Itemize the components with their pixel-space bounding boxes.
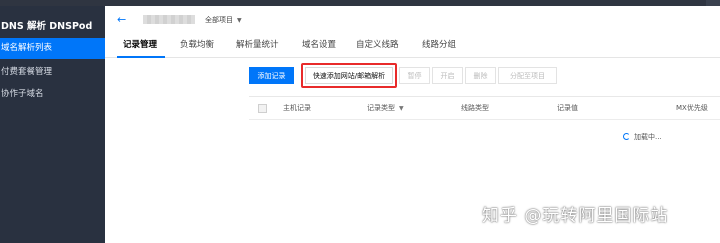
app-brand: DNS 解析 DNSPod — [1, 21, 93, 32]
tab-bar: 记录管理 负载均衡 解析量统计 域名设置 自定义线路 线路分组 — [105, 36, 720, 58]
column-line-type: 线路类型 — [461, 104, 489, 112]
add-record-button[interactable]: 添加记录 — [249, 67, 294, 84]
table-header: 主机记录 记录类型 ▼ 线路类型 记录值 MX优先级 — [249, 97, 720, 120]
spinner-icon — [623, 133, 630, 140]
tab-custom-lines[interactable]: 自定义线路 — [356, 38, 399, 50]
select-all-checkbox[interactable] — [258, 104, 267, 113]
filter-icon[interactable]: ▼ — [399, 105, 404, 112]
project-selector[interactable]: 全部项目 ▼ — [205, 15, 242, 25]
sidebar-item-domain-list[interactable]: 域名解析列表 — [0, 38, 105, 59]
sidebar-item-paid-plans[interactable]: 付费套餐管理 — [0, 62, 105, 83]
column-record-value: 记录值 — [557, 104, 578, 112]
domain-name-blurred — [143, 15, 195, 24]
column-record-type-label: 记录类型 — [367, 104, 395, 112]
active-tab-indicator — [117, 56, 165, 58]
enable-button[interactable]: 开启 — [432, 67, 463, 84]
sidebar: DNS 解析 DNSPod 域名解析列表 付费套餐管理 协作子域名 — [0, 6, 105, 243]
column-mx-priority: MX优先级 — [676, 104, 708, 112]
loading-text: 加载中... — [634, 133, 662, 141]
column-host-record: 主机记录 — [283, 104, 311, 112]
tab-resolution-stats[interactable]: 解析量统计 — [236, 38, 279, 50]
tab-load-balancing[interactable]: 负载均衡 — [180, 38, 214, 50]
delete-button[interactable]: 删除 — [465, 67, 496, 84]
pause-button[interactable]: 暂停 — [399, 67, 430, 84]
column-record-type[interactable]: 记录类型 ▼ — [367, 103, 404, 113]
watermark: 知乎 @玩转阿里国际站 — [482, 206, 669, 226]
tab-line-groups[interactable]: 线路分组 — [422, 38, 456, 50]
assign-project-button[interactable]: 分配至项目 — [498, 67, 557, 84]
caret-down-icon: ▼ — [237, 17, 242, 24]
back-arrow-icon[interactable]: ← — [117, 14, 129, 26]
tab-domain-settings[interactable]: 域名设置 — [302, 38, 336, 50]
highlight-annotation-box — [301, 63, 397, 88]
sidebar-item-collab-subdomain[interactable]: 协作子域名 — [0, 84, 105, 105]
project-selector-label: 全部项目 — [205, 16, 233, 24]
tab-record-management[interactable]: 记录管理 — [123, 38, 157, 50]
loading-indicator: 加载中... — [623, 132, 662, 142]
